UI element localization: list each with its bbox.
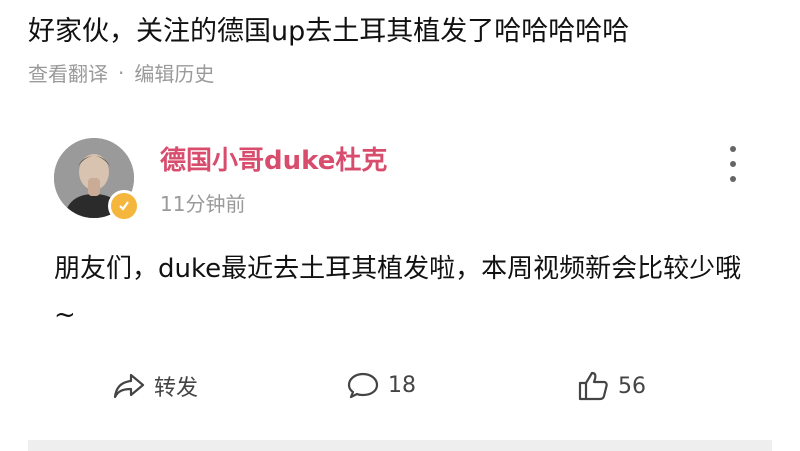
comment-count: 18 xyxy=(388,372,416,398)
like-button[interactable]: 56 xyxy=(576,370,646,402)
verified-badge-icon xyxy=(108,190,140,222)
like-count: 56 xyxy=(618,373,646,399)
comment-button[interactable]: 18 xyxy=(346,370,416,400)
comment-icon xyxy=(347,372,379,399)
more-icon[interactable] xyxy=(722,146,744,182)
share-button[interactable]: 转发 xyxy=(112,370,198,402)
share-label: 转发 xyxy=(154,376,199,401)
share-icon xyxy=(113,373,145,399)
post-body-text: 朋友们，duke最近去土耳其植发啦，本周视频新会比较少哦~ xyxy=(54,254,742,330)
action-bar: 转发 18 56 xyxy=(28,370,776,410)
post-timestamp: 11分钟前 xyxy=(160,192,246,216)
meta-separator: · xyxy=(118,60,125,85)
repost-meta: 查看翻译 · 编辑历史 xyxy=(28,58,788,87)
original-post-card: 德国小哥duke杜克 11分钟前 朋友们，duke最近去土耳其植发啦，本周视频新… xyxy=(28,118,776,451)
view-translation-link[interactable]: 查看翻译 xyxy=(28,58,108,87)
like-icon xyxy=(578,371,608,401)
edit-history-link[interactable]: 编辑历史 xyxy=(134,58,214,87)
repost-header: 好家伙，关注的德国up去土耳其植发了哈哈哈哈哈 查看翻译 · 编辑历史 xyxy=(28,12,788,87)
avatar[interactable] xyxy=(54,138,140,222)
card-divider xyxy=(28,440,772,451)
username-link[interactable]: 德国小哥duke杜克 xyxy=(160,140,387,177)
repost-text: 好家伙，关注的德国up去土耳其植发了哈哈哈哈哈 xyxy=(28,16,630,47)
